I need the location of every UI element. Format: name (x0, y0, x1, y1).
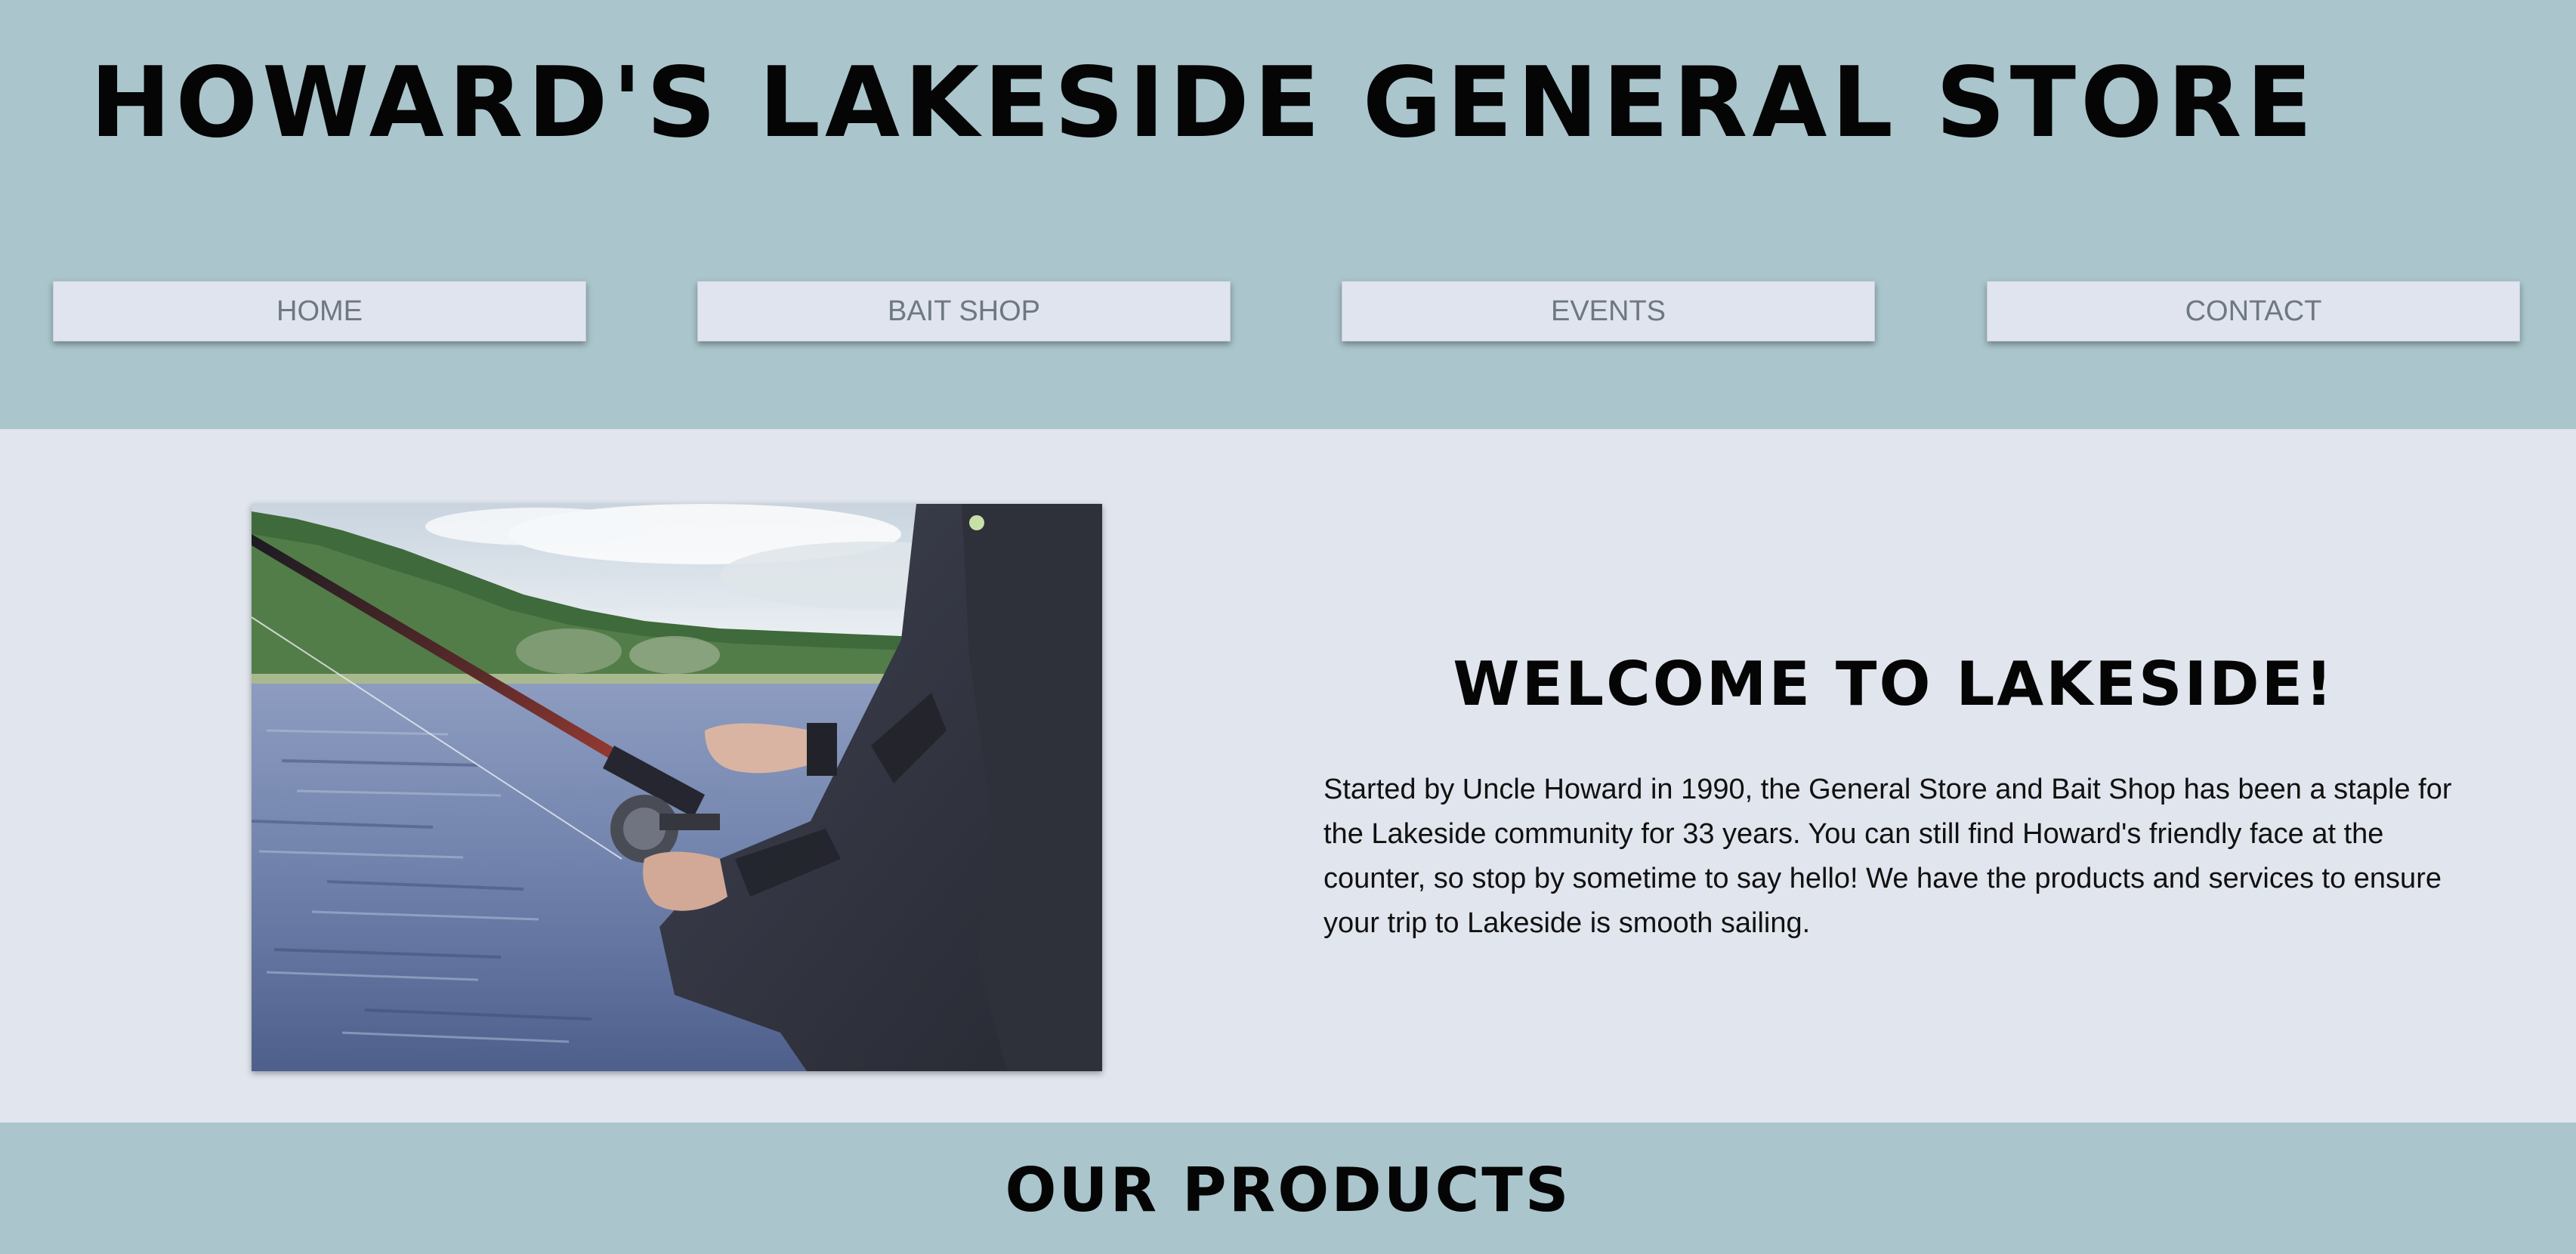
site-header: HOWARD'S LAKESIDE GENERAL STORE HOME BAI… (0, 0, 2576, 429)
main-nav: HOME BAIT SHOP EVENTS CONTACT (0, 281, 2576, 343)
welcome-heading: WELCOME TO LAKESIDE! (1453, 649, 2335, 719)
products-heading: OUR PRODUCTS (1005, 1155, 1571, 1225)
about-section: WELCOME TO LAKESIDE! Started by Uncle Ho… (0, 429, 2576, 1123)
welcome-paragraph: Started by Uncle Howard in 1990, the Gen… (1324, 774, 2452, 939)
nav-events-button[interactable]: EVENTS (1342, 281, 1875, 341)
products-section: OUR PRODUCTS (0, 1123, 2576, 1254)
site-title: HOWARD'S LAKESIDE GENERAL STORE (90, 47, 2317, 159)
nav-home-button[interactable]: HOME (53, 281, 586, 341)
fishing-photo (252, 504, 1102, 1071)
nav-bait-shop-button[interactable]: BAIT SHOP (697, 281, 1231, 341)
nav-contact-button[interactable]: CONTACT (1987, 281, 2520, 341)
